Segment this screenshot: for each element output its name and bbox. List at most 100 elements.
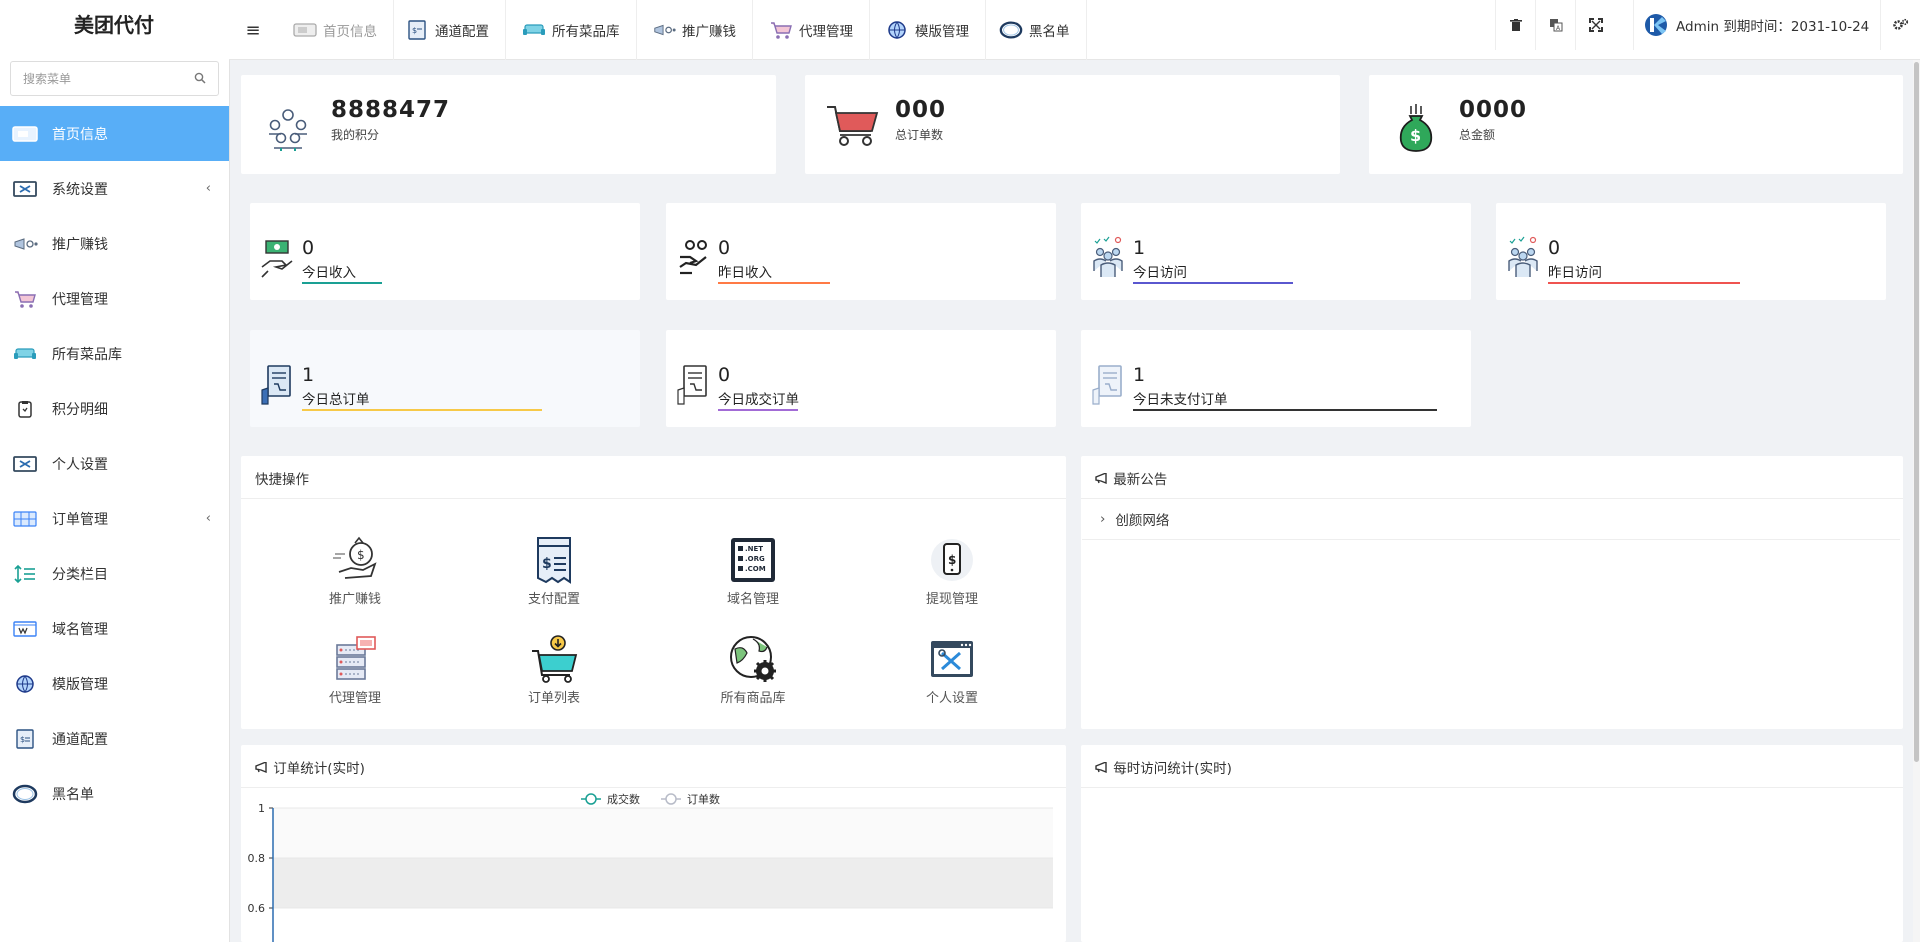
tab-agent[interactable]: 代理管理	[753, 0, 870, 60]
quick-action-promote[interactable]: $ 推广赚钱	[295, 536, 415, 607]
stat-value: 0	[1548, 237, 1561, 259]
monitor-icon	[293, 20, 317, 40]
divider	[241, 498, 1066, 499]
sidebar-item-label: 通道配置	[52, 731, 108, 748]
sort-icon	[12, 564, 38, 584]
chart-band	[273, 808, 1053, 858]
sidebar-item-promote[interactable]: 推广赚钱	[0, 216, 229, 271]
app-logo-title: 美团代付	[74, 13, 154, 37]
translate-icon[interactable]: A	[1535, 0, 1575, 50]
tools-icon	[12, 454, 38, 474]
stat-progress-bar	[302, 409, 542, 411]
sidebar-item-agent[interactable]: 代理管理	[0, 271, 229, 326]
search-icon[interactable]	[194, 72, 206, 84]
svg-text:$: $	[948, 553, 956, 567]
tab-label: 通道配置	[435, 24, 489, 40]
chevron-left-icon: ‹	[205, 511, 211, 526]
quick-action-label: 订单列表	[527, 691, 580, 706]
sidebar-item-home[interactable]: 首页信息	[0, 106, 229, 161]
notice-item[interactable]: › 创颜网络	[1082, 498, 1900, 540]
quick-action-label: 支付配置	[527, 592, 580, 607]
divider	[1081, 787, 1903, 788]
cart-icon	[12, 289, 38, 309]
visit-stats-title: 每时访问统计(实时)	[1113, 761, 1232, 777]
sidebar-item-points[interactable]: 积分明细	[0, 381, 229, 436]
quick-action-order-list[interactable]: 订单列表	[494, 635, 614, 706]
stat-value: 1	[302, 364, 315, 386]
svg-text:$: $	[357, 548, 365, 562]
chart-tick-label: 0.8	[248, 852, 266, 865]
menu-toggle-icon[interactable]: ≡	[229, 0, 277, 60]
ring-icon	[999, 20, 1023, 40]
sidebar-item-categories[interactable]: 分类栏目	[0, 546, 229, 601]
menu-search-input[interactable]	[11, 62, 181, 95]
tab-channels[interactable]: $ 通道配置	[389, 0, 506, 60]
quick-action-withdraw[interactable]: $ 提现管理	[892, 536, 1012, 607]
sidebar-item-system-settings[interactable]: 系统设置 ‹	[0, 161, 229, 216]
cart-download-icon	[532, 635, 578, 683]
stat-label: 我的积分	[331, 128, 380, 142]
sidebar-item-label: 推广赚钱	[52, 236, 108, 253]
sidebar-item-label: 积分明细	[52, 401, 108, 418]
fullscreen-icon[interactable]	[1575, 0, 1615, 50]
quick-action-payment-config[interactable]: $ 支付配置	[494, 536, 614, 607]
sidebar-item-channels[interactable]: $ 通道配置	[0, 711, 229, 766]
stat-value: 8888477	[331, 97, 451, 123]
sidebar-item-dish-library[interactable]: 所有菜品库	[0, 326, 229, 381]
shopping-cart-icon	[827, 106, 879, 146]
tab-label: 模版管理	[915, 24, 969, 40]
chart-band	[273, 858, 1053, 908]
trash-icon[interactable]	[1495, 0, 1535, 50]
team-icon	[269, 109, 307, 151]
quick-action-label: 所有商品库	[720, 691, 786, 706]
stat-card-yesterday-visits: 0 昨日访问	[1496, 203, 1886, 300]
sofa-icon	[12, 344, 38, 364]
tab-label: 首页信息	[323, 24, 377, 40]
sidebar-item-label: 黑名单	[52, 786, 94, 803]
stat-label: 昨日访问	[1548, 265, 1602, 281]
stat-label: 今日未支付订单	[1133, 392, 1228, 408]
stat-card-today-orders: 1 今日总订单	[250, 330, 640, 427]
sidebar-item-templates[interactable]: 模版管理	[0, 656, 229, 711]
order-stats-panel: 订单统计(实时) 1 0.8 0.6 成交数 订单数	[241, 745, 1066, 942]
sidebar-item-domains[interactable]: 域名管理	[0, 601, 229, 656]
sidebar-item-profile[interactable]: 个人设置	[0, 436, 229, 491]
tab-promote[interactable]: 推广赚钱	[636, 0, 753, 60]
quick-action-all-products[interactable]: 所有商品库	[693, 635, 813, 706]
sidebar-item-blacklist[interactable]: 黑名单	[0, 766, 229, 821]
quick-action-domains[interactable]: .NET .ORG .COM 域名管理	[693, 536, 813, 607]
settings-gears-icon[interactable]	[1880, 0, 1920, 50]
page-scrollbar[interactable]	[1913, 60, 1920, 942]
www-icon	[12, 619, 38, 639]
panel-title: 每时访问统计(实时)	[1095, 757, 1232, 777]
legend-marker	[665, 793, 677, 805]
chevron-right-icon: ›	[1100, 510, 1106, 527]
quick-action-agent[interactable]: 代理管理	[295, 635, 415, 706]
stat-label: 总订单数	[895, 128, 944, 142]
stat-card-today-visits: 1 今日访问	[1081, 203, 1471, 300]
stat-card-today-income: 0 今日收入	[250, 203, 640, 300]
quick-action-profile[interactable]: 个人设置	[892, 635, 1012, 706]
stat-progress-bar	[1133, 409, 1437, 411]
megaphone-icon	[1095, 471, 1109, 488]
avatar	[1645, 14, 1667, 36]
stat-card-today-completed: 0 今日成交订单	[666, 330, 1056, 427]
svg-text:.ORG: .ORG	[745, 555, 765, 563]
menu-search[interactable]	[10, 61, 219, 96]
panel-title: 最新公告	[1095, 468, 1167, 488]
scrollbar-thumb[interactable]	[1914, 62, 1919, 762]
user-account-menu[interactable]: Admin 到期时间：2031-10-24	[1633, 0, 1883, 50]
order-stats-title: 订单统计(实时)	[273, 761, 365, 777]
tab-templates[interactable]: 模版管理	[869, 0, 986, 60]
visit-stats-panel: 每时访问统计(实时)	[1081, 745, 1903, 942]
svg-text:$: $	[20, 735, 25, 744]
stat-label: 今日收入	[302, 265, 356, 281]
order-stats-chart: 1 0.8 0.6 成交数 订单数	[248, 792, 1053, 942]
chart-tick-label: 1	[258, 802, 265, 815]
panel-title: 快捷操作	[255, 472, 309, 488]
sidebar-item-orders[interactable]: 订单管理 ‹	[0, 491, 229, 546]
tab-dish-library[interactable]: 所有菜品库	[506, 0, 637, 60]
legend-label: 订单数	[687, 793, 720, 806]
tab-home[interactable]: 首页信息	[277, 0, 394, 60]
tab-blacklist[interactable]: 黑名单	[983, 0, 1087, 60]
